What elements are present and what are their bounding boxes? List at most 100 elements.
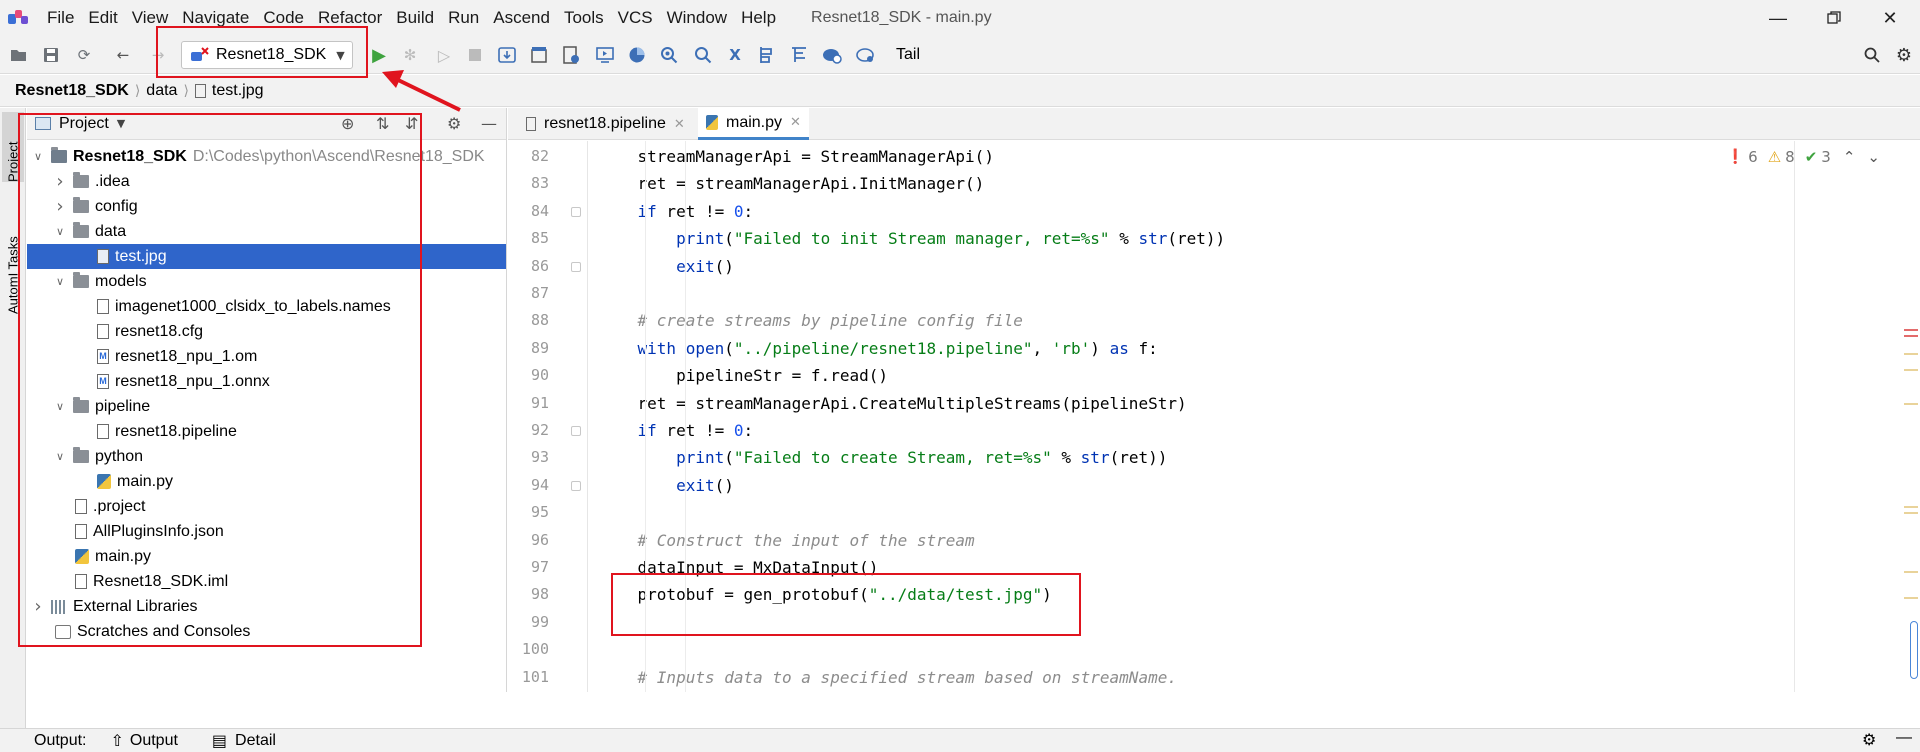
code-line[interactable]: # Construct the input of the stream bbox=[599, 527, 975, 554]
output-tab[interactable]: Output bbox=[130, 732, 178, 750]
forward-arrow-icon[interactable]: → bbox=[148, 45, 168, 65]
analyze-icon[interactable] bbox=[659, 45, 679, 65]
code-line[interactable]: ret = streamManagerApi.InitManager() bbox=[599, 170, 985, 197]
hide-panel-icon[interactable]: — bbox=[481, 114, 497, 133]
minimize-button[interactable]: — bbox=[1750, 0, 1806, 36]
chevron-down-icon[interactable]: ∨ bbox=[53, 400, 67, 413]
code-line[interactable]: print("Failed to init Stream manager, re… bbox=[599, 225, 1225, 252]
editor-scrollbar-thumb[interactable] bbox=[1910, 621, 1918, 679]
project-tool-button[interactable]: Project bbox=[2, 112, 24, 182]
tree-item[interactable]: ∨ models bbox=[27, 269, 506, 294]
code-line[interactable]: exit() bbox=[599, 253, 734, 280]
close-icon[interactable]: ✕ bbox=[790, 115, 801, 130]
tree-item[interactable]: › config bbox=[27, 194, 506, 219]
chevron-down-icon[interactable]: ∨ bbox=[53, 225, 67, 238]
menu-build[interactable]: Build bbox=[389, 0, 441, 36]
tree-item[interactable]: ∨ data bbox=[27, 219, 506, 244]
back-arrow-icon[interactable]: ← bbox=[113, 45, 133, 65]
code-line[interactable]: # create streams by pipeline config file bbox=[599, 307, 1023, 334]
sync-icon[interactable]: ⟳ bbox=[74, 45, 94, 65]
tree-item[interactable]: Resnet18_SDK.iml bbox=[27, 569, 506, 594]
chevron-down-icon[interactable]: ∨ bbox=[31, 150, 45, 163]
tree-item[interactable]: ∨ Resnet18_SDK D:\Codes\python\Ascend\Resn… bbox=[27, 144, 506, 169]
code-line[interactable]: streamManagerApi = StreamManagerApi() bbox=[599, 143, 994, 170]
breadcrumb-item-folder[interactable]: data bbox=[146, 82, 177, 100]
breadcrumb-item-project[interactable]: Resnet18_SDK bbox=[15, 82, 129, 100]
flow-icon[interactable] bbox=[757, 45, 777, 65]
inspection-widget[interactable]: ❗ 6 ⚠ 8 ✔ 3 ⌃ ⌄ bbox=[1723, 148, 1880, 166]
error-stripe[interactable] bbox=[1900, 141, 1920, 692]
chevron-down-icon[interactable]: ∨ bbox=[53, 275, 67, 288]
detail-tab[interactable]: Detail bbox=[235, 732, 276, 750]
menu-window[interactable]: Window bbox=[660, 0, 734, 36]
package-icon[interactable] bbox=[529, 45, 549, 65]
run-disabled-icon[interactable]: ▷ bbox=[434, 45, 454, 65]
chevron-down-icon[interactable]: ▼ bbox=[117, 117, 125, 130]
tree-item[interactable]: resnet18.cfg bbox=[27, 319, 506, 344]
code-line[interactable]: if ret != 0: bbox=[599, 417, 754, 444]
locate-icon[interactable]: ⊕ bbox=[341, 114, 354, 133]
code-line[interactable]: ret = streamManagerApi.CreateMultipleStr… bbox=[599, 390, 1187, 417]
code-line[interactable]: if ret != 0: bbox=[599, 198, 754, 225]
menu-tools[interactable]: Tools bbox=[557, 0, 611, 36]
close-icon[interactable]: ✕ bbox=[674, 117, 685, 132]
save-all-icon[interactable] bbox=[41, 45, 61, 65]
code-line[interactable]: pipelineStr = f.read() bbox=[599, 362, 888, 389]
menu-ascend[interactable]: Ascend bbox=[486, 0, 557, 36]
cloud-upload-icon[interactable] bbox=[822, 45, 842, 65]
menu-navigate[interactable]: Navigate bbox=[175, 0, 256, 36]
tree-item[interactable]: ∨ python bbox=[27, 444, 506, 469]
chevron-right-icon[interactable]: › bbox=[53, 196, 67, 217]
chevron-down-icon[interactable]: ∨ bbox=[53, 450, 67, 463]
code-area[interactable]: streamManagerApi = StreamManagerApi() re… bbox=[589, 141, 1889, 692]
project-panel-title[interactable]: Project bbox=[59, 115, 109, 133]
tree-item[interactable]: ∨ pipeline bbox=[27, 394, 506, 419]
fold-marker-icon[interactable] bbox=[571, 480, 581, 491]
tab-resnet18-pipeline[interactable]: resnet18.pipeline ✕ bbox=[518, 108, 693, 140]
code-line[interactable]: with open("../pipeline/resnet18.pipeline… bbox=[599, 335, 1158, 362]
menu-help[interactable]: Help bbox=[734, 0, 783, 36]
tree-item[interactable]: .project bbox=[27, 494, 506, 519]
menu-file[interactable]: File bbox=[40, 0, 81, 36]
restore-button[interactable] bbox=[1806, 0, 1862, 36]
tree-item[interactable]: resnet18.pipeline bbox=[27, 419, 506, 444]
collapse-all-icon[interactable]: ⇵ bbox=[405, 114, 418, 133]
automl-tasks-tool-button[interactable]: AutomI Tasks bbox=[2, 204, 24, 314]
code-line[interactable]: protobuf = gen_protobuf("../data/test.jp… bbox=[599, 581, 1052, 608]
tree-item[interactable]: AllPluginsInfo.json bbox=[27, 519, 506, 544]
search-model-icon[interactable] bbox=[693, 45, 713, 65]
config-file-icon[interactable] bbox=[561, 45, 581, 65]
chart-icon[interactable] bbox=[627, 45, 647, 65]
chevron-right-icon[interactable]: › bbox=[31, 596, 45, 617]
hide-panel-icon[interactable]: — bbox=[1896, 729, 1912, 747]
run-icon[interactable]: ▶ bbox=[369, 45, 389, 66]
gear-icon[interactable]: ⚙ bbox=[1862, 730, 1876, 750]
tab-main-py[interactable]: main.py ✕ bbox=[698, 108, 809, 140]
tree-item[interactable]: Mresnet18_npu_1.onnx bbox=[27, 369, 506, 394]
fold-marker-icon[interactable] bbox=[571, 206, 581, 217]
tail-button[interactable]: Tail bbox=[896, 46, 920, 64]
search-icon[interactable] bbox=[1862, 45, 1882, 65]
tree-item[interactable]: main.py bbox=[27, 544, 506, 569]
fold-marker-icon[interactable] bbox=[571, 426, 581, 436]
tree-item[interactable]: test.jpg bbox=[27, 244, 506, 269]
tree-item[interactable]: main.py bbox=[27, 469, 506, 494]
menu-run[interactable]: Run bbox=[441, 0, 486, 36]
tree-item[interactable]: Mresnet18_npu_1.om bbox=[27, 344, 506, 369]
menu-view[interactable]: View bbox=[125, 0, 176, 36]
tree-item[interactable]: imagenet1000_clsidx_to_labels.names bbox=[27, 294, 506, 319]
monitor-icon[interactable] bbox=[595, 45, 615, 65]
convert-icon[interactable]: X bbox=[725, 45, 745, 65]
cloud-sync-icon[interactable] bbox=[856, 45, 876, 65]
code-line[interactable]: dataInput = MxDataInput() bbox=[599, 554, 879, 581]
gear-icon[interactable]: ⚙ bbox=[1894, 45, 1914, 66]
chevron-right-icon[interactable]: › bbox=[53, 171, 67, 192]
menu-refactor[interactable]: Refactor bbox=[311, 0, 389, 36]
expand-all-icon[interactable]: ⇅ bbox=[376, 114, 389, 133]
code-line[interactable]: exit() bbox=[599, 472, 734, 499]
tree-item[interactable]: Scratches and Consoles bbox=[27, 619, 506, 644]
close-window-button[interactable]: ✕ bbox=[1862, 0, 1918, 36]
fold-marker-icon[interactable] bbox=[571, 261, 581, 272]
tree-structure-icon[interactable] bbox=[789, 45, 809, 65]
chevron-down-icon[interactable]: ⌄ bbox=[1867, 148, 1880, 166]
